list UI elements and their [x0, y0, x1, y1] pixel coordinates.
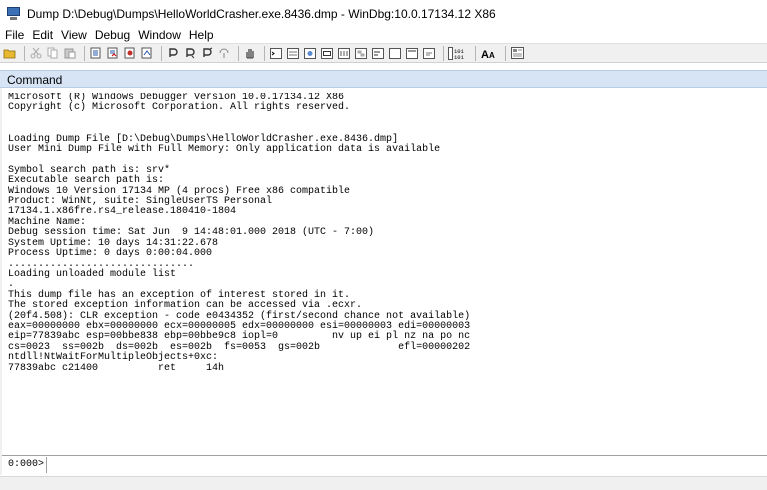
status-bar [0, 476, 767, 490]
step-into-icon[interactable] [89, 46, 103, 60]
step-icon[interactable] [183, 46, 197, 60]
options-icon[interactable] [510, 46, 524, 60]
menu-help[interactable]: Help [186, 28, 217, 42]
scratch-pad-window-icon[interactable] [388, 46, 402, 60]
restart-icon[interactable] [140, 46, 154, 60]
break-icon[interactable] [123, 46, 137, 60]
svg-text:A: A [481, 49, 489, 60]
paste-icon[interactable] [63, 46, 77, 60]
window-title: Dump D:\Debug\Dumps\HelloWorldCrasher.ex… [27, 6, 496, 21]
title-bar: Dump D:\Debug\Dumps\HelloWorldCrasher.ex… [0, 0, 767, 27]
command-input[interactable] [47, 456, 767, 473]
copy-icon[interactable] [46, 46, 60, 60]
command-output[interactable]: Microsoft (R) Windows Debugger Version 1… [2, 93, 765, 450]
font-icon[interactable]: AA [480, 46, 498, 60]
menu-bar: File Edit View Debug Window Help [0, 27, 767, 43]
menu-view[interactable]: View [58, 28, 90, 42]
command-input-bar: 0:000> [2, 455, 767, 473]
open-icon[interactable] [3, 46, 17, 60]
run-to-cursor-icon[interactable] [217, 46, 231, 60]
registers-window-icon[interactable] [320, 46, 334, 60]
command-window-header: Command [0, 70, 767, 88]
memory-window-icon[interactable] [337, 46, 351, 60]
hex-mode-icon[interactable]: 101 101 [448, 46, 468, 60]
menu-window[interactable]: Window [135, 28, 184, 42]
menu-edit[interactable]: Edit [29, 28, 56, 42]
command-window-icon[interactable] [269, 46, 283, 60]
step-out-icon[interactable] [200, 46, 214, 60]
toolbar: 101 101 AA [0, 43, 767, 63]
hand-icon[interactable] [243, 46, 257, 60]
go-icon[interactable] [166, 46, 180, 60]
command-prompt: 0:000> [2, 456, 47, 473]
menu-debug[interactable]: Debug [92, 28, 133, 42]
command-output-text: Microsoft (R) Windows Debugger Version 1… [8, 93, 471, 374]
disassembly-window-icon[interactable] [371, 46, 385, 60]
step-over-icon[interactable] [106, 46, 120, 60]
watch-window-icon[interactable] [286, 46, 300, 60]
source-mode-icon[interactable] [422, 46, 436, 60]
call-stack-window-icon[interactable] [354, 46, 368, 60]
processes-threads-icon[interactable] [405, 46, 419, 60]
svg-text:101: 101 [454, 54, 465, 60]
svg-text:A: A [489, 51, 495, 60]
locals-window-icon[interactable] [303, 46, 317, 60]
windbg-app-icon [6, 7, 21, 20]
command-window-title: Command [7, 73, 63, 87]
cut-icon[interactable] [29, 46, 43, 60]
menu-file[interactable]: File [2, 28, 27, 42]
